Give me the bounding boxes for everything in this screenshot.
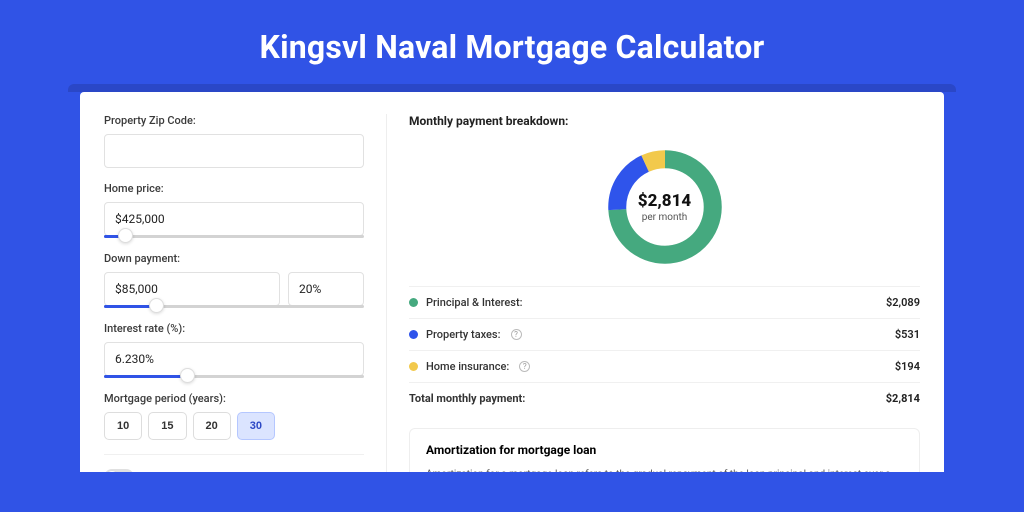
total-label: Total monthly payment: (409, 392, 525, 405)
donut-sub: per month (642, 212, 688, 223)
breakdown-label: Property taxes: (426, 328, 501, 341)
veteran-label: I am veteran or military (144, 471, 257, 473)
interest-rate-label: Interest rate (%): (104, 322, 364, 335)
legend-dot (409, 362, 418, 371)
donut-center: $2,814 per month (602, 144, 728, 270)
zip-label: Property Zip Code: (104, 114, 364, 127)
total-row: Total monthly payment: $2,814 (409, 382, 920, 414)
down-payment-label: Down payment: (104, 252, 364, 265)
breakdown-label: Home insurance: (426, 360, 509, 373)
info-icon[interactable]: ? (511, 329, 522, 340)
slider-fill (104, 375, 187, 378)
interest-rate-input[interactable] (104, 342, 364, 376)
breakdown-row: Principal & Interest: $2,089 (409, 286, 920, 318)
breakdown-value: $2,089 (886, 296, 920, 309)
home-price-field: Home price: (104, 182, 364, 238)
period-buttons: 10152030 (104, 412, 364, 440)
breakdown-rows: Principal & Interest: $2,089 Property taxe… (409, 286, 920, 382)
form-column: Property Zip Code: Home price: Down paym… (104, 114, 364, 472)
toggle-knob (106, 471, 118, 472)
page-title: Kingsvl Naval Mortgage Calculator (0, 0, 1024, 84)
slider-thumb[interactable] (180, 368, 195, 383)
period-btn-15[interactable]: 15 (148, 412, 186, 440)
slider-thumb[interactable] (149, 298, 164, 313)
breakdown-label: Principal & Interest: (426, 296, 523, 309)
breakdown-column: Monthly payment breakdown: $2,814 per mo… (386, 114, 920, 472)
amortization-block: Amortization for mortgage loan Amortizat… (409, 428, 920, 472)
donut-chart: $2,814 per month (602, 144, 728, 270)
home-price-slider[interactable] (104, 235, 364, 238)
home-price-input[interactable] (104, 202, 364, 236)
calculator-card: Property Zip Code: Home price: Down paym… (80, 92, 944, 472)
breakdown-row: Home insurance:? $194 (409, 350, 920, 382)
donut-amount: $2,814 (638, 191, 691, 211)
period-label: Mortgage period (years): (104, 392, 364, 405)
donut-chart-wrap: $2,814 per month (409, 138, 920, 286)
breakdown-value: $194 (895, 360, 920, 373)
total-value: $2,814 (886, 392, 920, 405)
info-icon[interactable]: ? (519, 361, 530, 372)
down-payment-pct-input[interactable] (288, 272, 364, 306)
legend-dot (409, 330, 418, 339)
amortization-text: Amortization for a mortgage loan refers … (426, 467, 903, 472)
interest-rate-slider[interactable] (104, 375, 364, 378)
veteran-toggle[interactable] (104, 469, 134, 472)
home-price-label: Home price: (104, 182, 364, 195)
card-shadow-strip (68, 84, 956, 92)
breakdown-heading: Monthly payment breakdown: (409, 114, 920, 128)
breakdown-row: Property taxes:? $531 (409, 318, 920, 350)
amortization-title: Amortization for mortgage loan (426, 443, 903, 457)
down-payment-slider[interactable] (104, 305, 364, 308)
zip-input[interactable] (104, 134, 364, 168)
slider-thumb[interactable] (118, 228, 133, 243)
period-btn-20[interactable]: 20 (193, 412, 231, 440)
legend-dot (409, 298, 418, 307)
zip-field: Property Zip Code: (104, 114, 364, 168)
period-btn-30[interactable]: 30 (237, 412, 275, 440)
breakdown-value: $531 (895, 328, 920, 341)
interest-rate-field: Interest rate (%): (104, 322, 364, 378)
period-field: Mortgage period (years): 10152030 (104, 392, 364, 440)
down-payment-amount-input[interactable] (104, 272, 280, 306)
veteran-row: I am veteran or military (104, 454, 364, 472)
down-payment-field: Down payment: (104, 252, 364, 308)
period-btn-10[interactable]: 10 (104, 412, 142, 440)
